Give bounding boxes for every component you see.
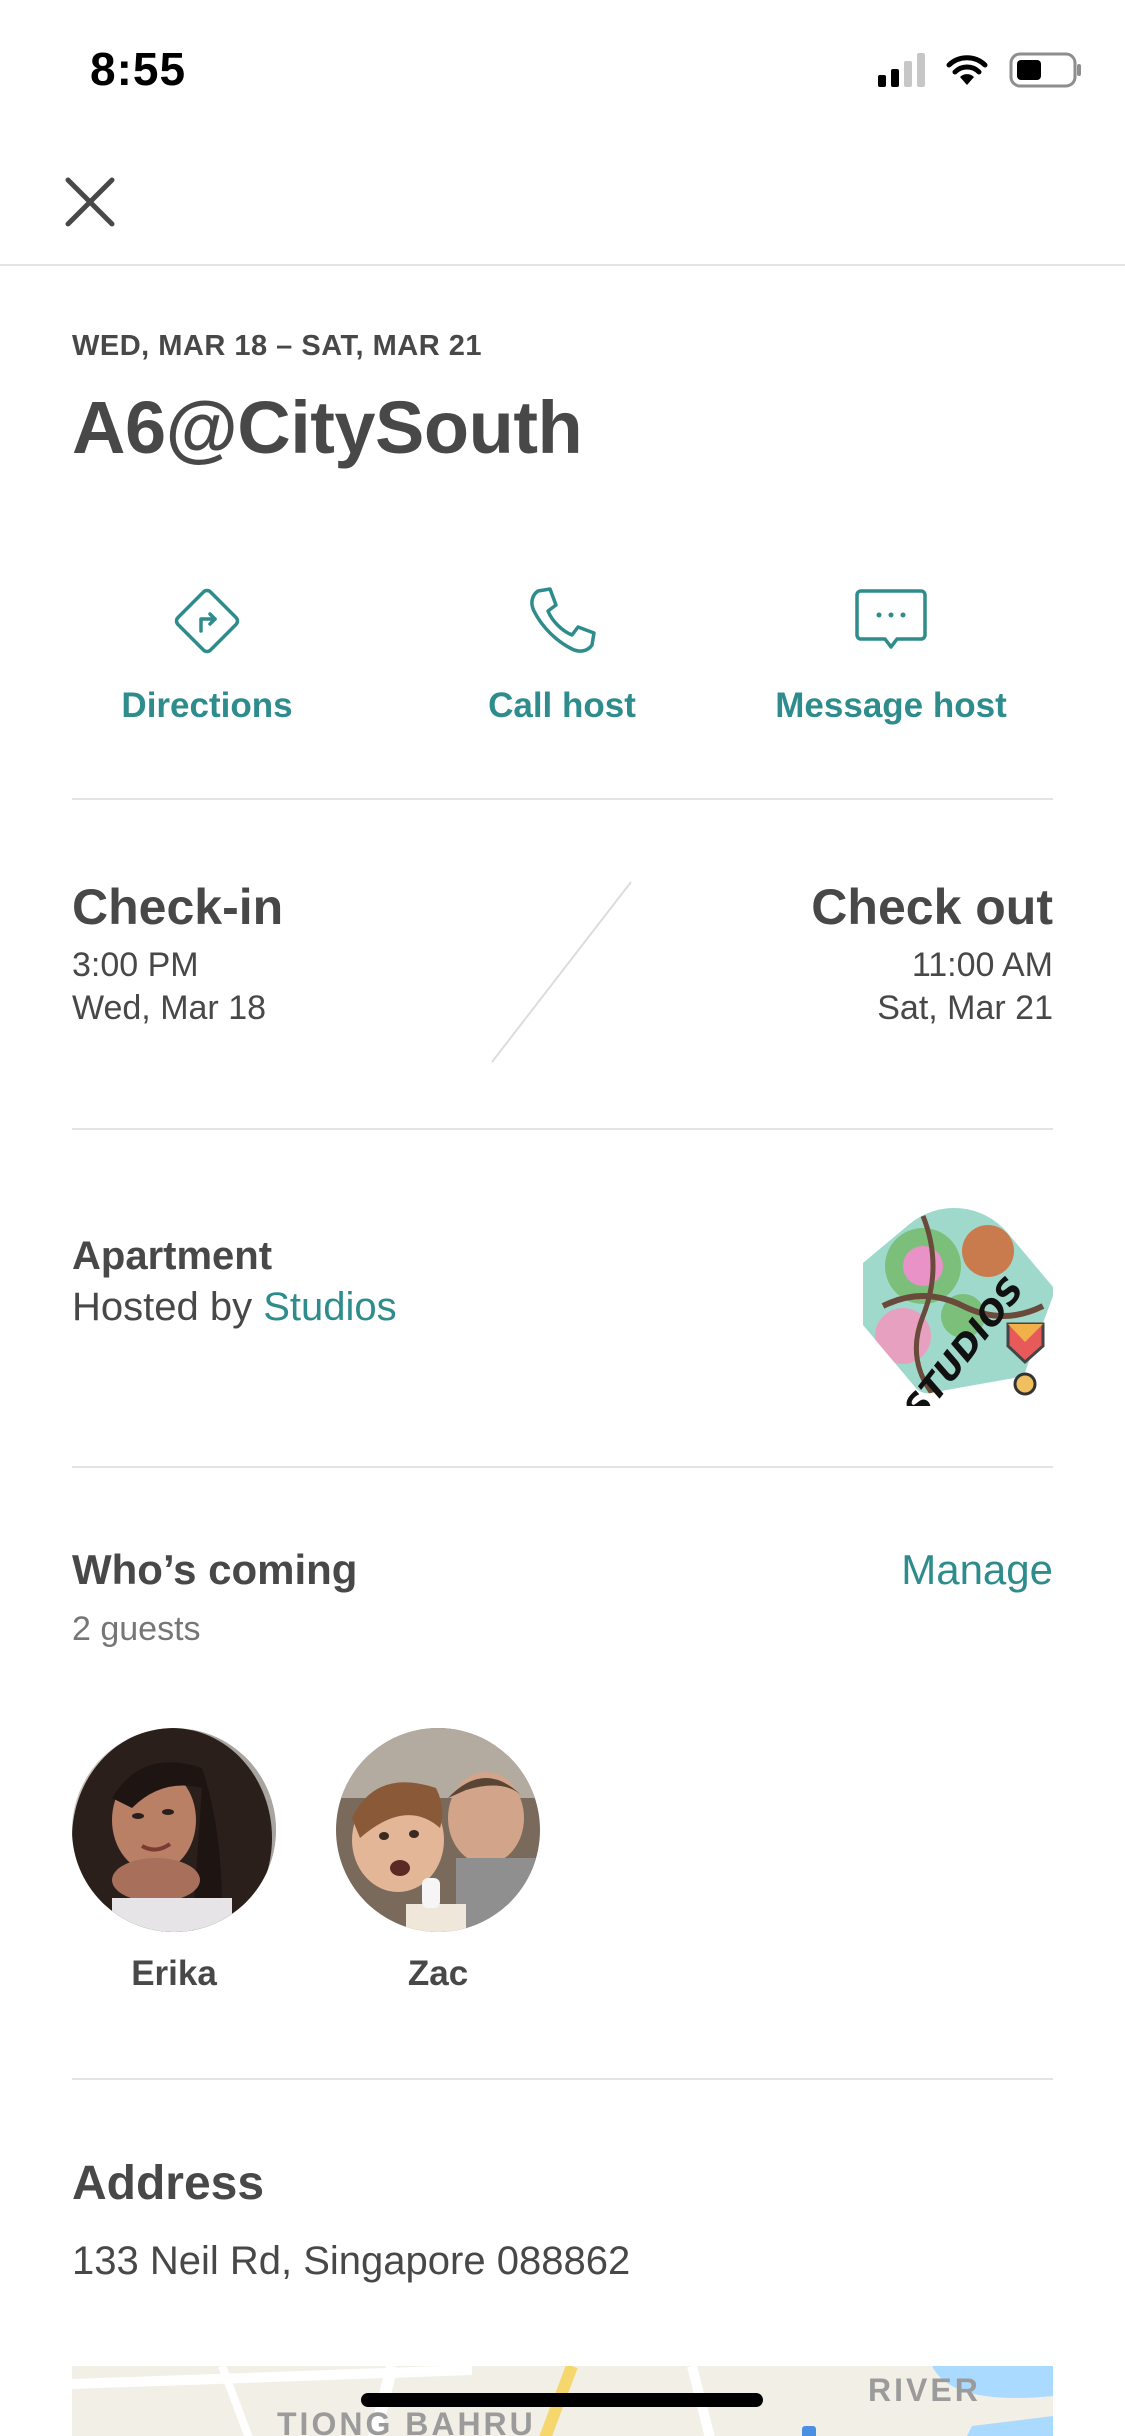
whos-coming-section: Who’s coming 2 guests Manage <box>72 1546 1053 1649</box>
listing-title: A6@CitySouth <box>72 386 583 469</box>
directions-button[interactable]: Directions <box>57 576 357 726</box>
avatar <box>72 1728 276 1932</box>
trip-dates: WED, MAR 18 – SAT, MAR 21 <box>72 330 482 362</box>
guest-count: 2 guests <box>72 1610 201 1648</box>
battery-icon <box>1009 52 1081 88</box>
guest-item[interactable]: Erika <box>72 1728 276 1994</box>
address-heading: Address <box>72 2157 265 2210</box>
guest-list: Erika Zac <box>72 1728 540 1994</box>
call-host-button[interactable]: Call host <box>412 576 712 726</box>
divider <box>72 1466 1053 1468</box>
status-icons <box>878 50 1083 90</box>
close-icon <box>65 177 115 227</box>
call-host-label: Call host <box>488 686 636 725</box>
checkout-time: 11:00 AM <box>911 946 1053 984</box>
phone-icon <box>530 587 596 653</box>
guest-name: Zac <box>407 1954 469 1993</box>
address-text: 133 Neil Rd, Singapore 088862 <box>72 2239 631 2283</box>
guest-photo-zac <box>336 1728 540 1932</box>
host-avatar[interactable]: STUDIOS <box>863 1206 1053 1428</box>
header <box>0 132 1125 266</box>
checkin-time: 3:00 PM <box>72 946 199 984</box>
checkout-date: Sat, Mar 21 <box>877 989 1053 1027</box>
wifi-icon <box>946 55 988 85</box>
map-label-tiong-bahru: TIONG BAHRU <box>277 2406 536 2436</box>
action-row: Directions Call host Message host <box>72 576 1053 736</box>
trip-details: WED, MAR 18 – SAT, MAR 21 A6@CitySouth D… <box>72 266 1053 2283</box>
close-button[interactable] <box>58 170 122 234</box>
checkin-heading: Check-in <box>72 879 284 935</box>
listing-info: Apartment Hosted by Studios STUDIOS <box>72 1206 1053 1428</box>
message-icon <box>855 589 927 649</box>
date-separator-line <box>491 881 632 1063</box>
avatar <box>336 1728 540 1932</box>
cellular-signal-icon <box>878 53 925 87</box>
manage-guests-link[interactable]: Manage <box>901 1546 1053 1594</box>
message-host-label: Message host <box>775 686 1007 725</box>
directions-label: Directions <box>121 686 293 725</box>
map-label-river: RIVER <box>868 2372 981 2408</box>
checkin-checkout: Check-in 3:00 PM Wed, Mar 18 Check out 1… <box>72 878 1053 1068</box>
host-name-link[interactable]: Studios <box>263 1285 396 1329</box>
divider <box>72 798 1053 800</box>
message-host-button[interactable]: Message host <box>741 576 1041 726</box>
guest-photo-erika <box>72 1728 276 1932</box>
guest-item[interactable]: Zac <box>336 1728 540 1994</box>
divider <box>72 1128 1053 1130</box>
divider <box>72 2078 1053 2080</box>
studios-logo: STUDIOS <box>863 1206 1053 1428</box>
status-time: 8:55 <box>90 43 187 95</box>
checkin-block: Check-in 3:00 PM Wed, Mar 18 <box>72 878 283 1028</box>
status-bar: 8:55 <box>0 0 1125 132</box>
hosted-by-prefix: Hosted by <box>72 1285 264 1329</box>
home-indicator <box>361 2393 763 2407</box>
address-section: Address 133 Neil Rd, Singapore 088862 <box>72 2156 1053 2284</box>
directions-icon <box>174 588 240 654</box>
checkout-block: Check out 11:00 AM Sat, Mar 21 <box>811 878 1053 1028</box>
checkout-heading: Check out <box>811 879 1053 935</box>
checkin-date: Wed, Mar 18 <box>72 989 267 1027</box>
guest-name: Erika <box>131 1954 217 1993</box>
